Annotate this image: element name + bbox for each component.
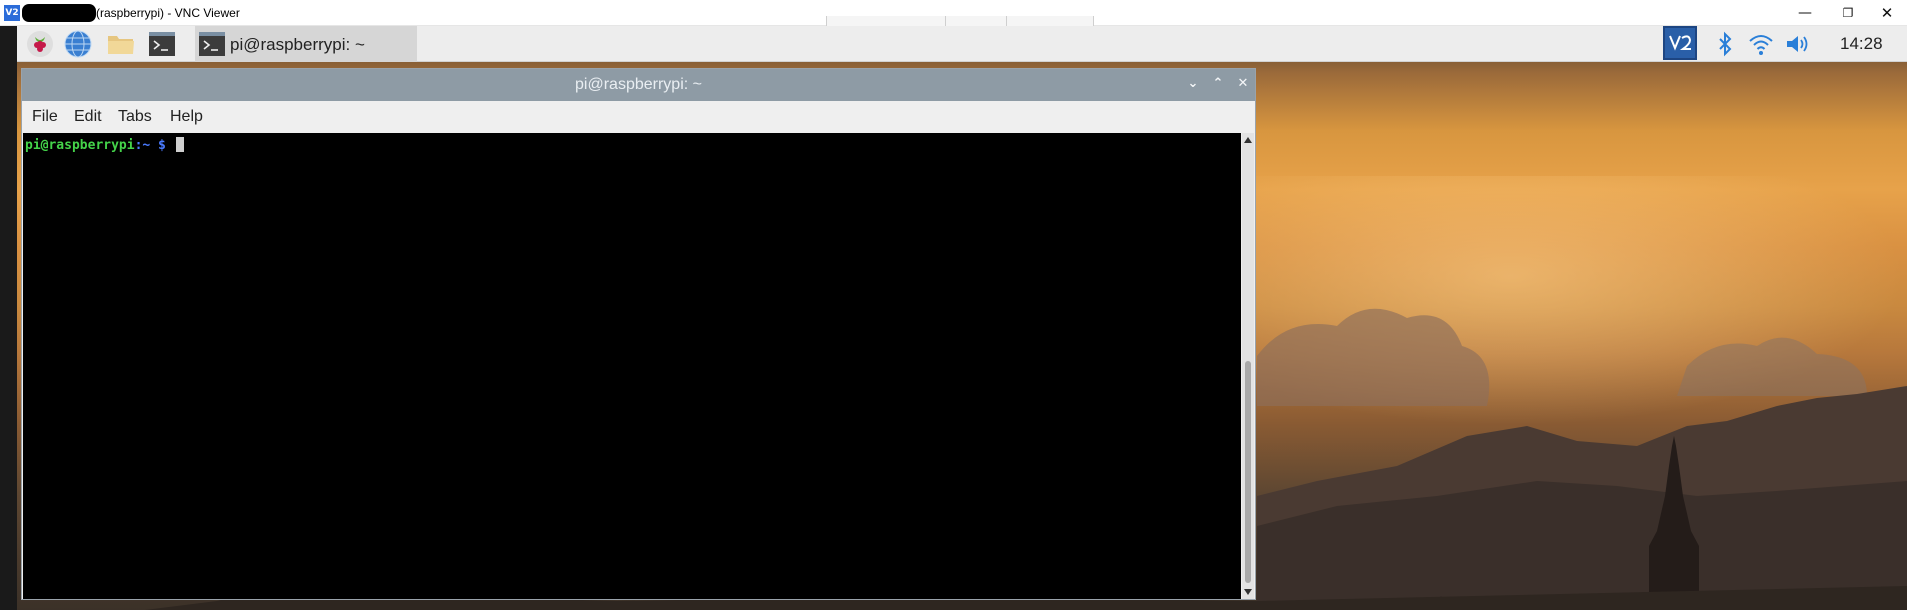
terminal-menubar: File Edit Tabs Help [22, 101, 1255, 133]
terminal-maximize-button[interactable]: ⌃ [1209, 75, 1227, 93]
vnc-viewer-titlebar: V2 (raspberrypi) - VNC Viewer — ❐ ✕ [0, 0, 1907, 28]
prompt-user-host: pi@raspberrypi [25, 138, 135, 153]
vnc-viewer-logo-icon: V2 [4, 5, 20, 21]
menu-tabs[interactable]: Tabs [118, 108, 152, 126]
prompt-path: ~ $ [142, 138, 166, 153]
terminal-scrollbar[interactable] [1242, 133, 1254, 599]
terminal-titlebar[interactable]: pi@raspberrypi: ~ ⌄ ⌃ ✕ [22, 69, 1255, 101]
terminal-console[interactable]: pi@raspberrypi:~ $ [23, 133, 1241, 599]
close-window-button[interactable]: ✕ [1865, 0, 1907, 26]
file-manager-icon[interactable] [106, 30, 134, 58]
shell-prompt: pi@raspberrypi:~ $ [25, 137, 184, 153]
menu-help[interactable]: Help [170, 108, 203, 126]
menu-edit[interactable]: Edit [74, 108, 102, 126]
scroll-down-arrow-icon[interactable] [1244, 589, 1252, 595]
vnc-window-title: (raspberrypi) - VNC Viewer [96, 6, 240, 20]
wifi-icon[interactable] [1747, 30, 1775, 58]
restore-window-button[interactable]: ❐ [1826, 0, 1870, 26]
raspberry-menu-icon[interactable] [26, 30, 54, 58]
text-cursor [175, 137, 184, 152]
terminal-close-button[interactable]: ✕ [1234, 75, 1252, 93]
terminal-task-label: pi@raspberrypi: ~ [230, 35, 365, 54]
terminal-window: pi@raspberrypi: ~ ⌄ ⌃ ✕ File Edit Tabs H… [21, 68, 1256, 600]
web-browser-icon[interactable] [64, 30, 92, 58]
taskbar-clock[interactable]: 14:28 [1840, 34, 1883, 54]
scrollbar-thumb[interactable] [1245, 361, 1251, 583]
menu-file[interactable]: File [32, 108, 58, 126]
bluetooth-icon[interactable] [1711, 30, 1739, 58]
terminal-minimize-button[interactable]: ⌄ [1184, 75, 1202, 93]
remote-taskbar: pi@raspberrypi: ~ 14:28 [17, 26, 1907, 62]
volume-icon[interactable] [1784, 30, 1812, 58]
minimize-window-button[interactable]: — [1783, 0, 1827, 26]
terminal-icon[interactable] [148, 30, 176, 58]
redacted-hostname [22, 4, 96, 22]
vnc-server-icon[interactable] [1663, 26, 1697, 60]
terminal-window-title: pi@raspberrypi: ~ [575, 76, 702, 93]
scroll-up-arrow-icon[interactable] [1244, 137, 1252, 143]
terminal-task-icon [197, 30, 225, 58]
